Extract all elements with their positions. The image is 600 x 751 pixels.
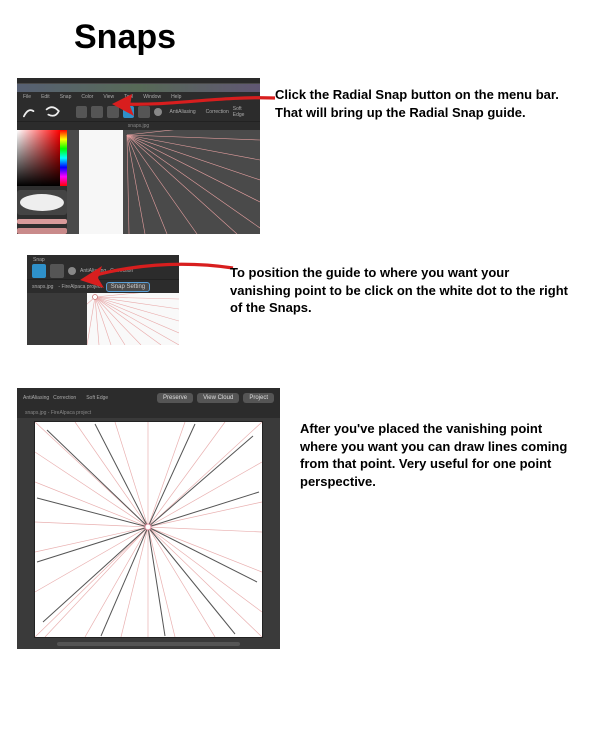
screenshot-1: File Edit Snap Color View Tool Window He… xyxy=(17,78,260,234)
snap-ellipse-button[interactable] xyxy=(50,264,64,278)
caption-3: After you've placed the vanishing point … xyxy=(300,420,580,490)
project-label: - FireAlpaca project xyxy=(58,284,101,290)
brush-preview xyxy=(17,190,67,215)
antialias-checkbox-label[interactable]: AntiAliasing xyxy=(23,395,49,401)
snap-grid-button[interactable] xyxy=(107,106,119,118)
menu-color[interactable]: Color xyxy=(81,94,93,100)
softedge-checkbox-label[interactable]: Soft Edge xyxy=(233,106,254,118)
brush-icon[interactable] xyxy=(23,105,40,119)
page-title: Snaps xyxy=(0,0,600,71)
canvas-area[interactable] xyxy=(35,422,262,637)
snap-parallel-button[interactable] xyxy=(91,106,103,118)
color-picker-hue[interactable] xyxy=(60,130,67,186)
menu-edit[interactable]: Edit xyxy=(41,94,50,100)
pill-preserve[interactable]: Preserve xyxy=(157,393,193,403)
brush-size-slider[interactable] xyxy=(17,219,67,225)
correction-label: Correction xyxy=(206,109,229,115)
snap-radial-button[interactable] xyxy=(123,106,135,118)
snap-setting-button[interactable]: Snap Setting xyxy=(107,283,149,291)
menu-tool[interactable]: Tool xyxy=(124,94,133,100)
document-tab[interactable]: snaps.jpg xyxy=(25,410,46,416)
snap-ellipse-button[interactable] xyxy=(138,106,150,118)
brush-opacity-slider[interactable] xyxy=(17,228,67,234)
snap-handle-dot[interactable] xyxy=(154,108,162,116)
softedge-label[interactable]: Soft Edge xyxy=(86,395,108,401)
tool-bar: AntiAliasing Correction Soft Edge xyxy=(17,102,260,122)
color-picker-satval[interactable] xyxy=(17,130,60,186)
correction-label: Correction xyxy=(110,268,133,274)
screenshot-2: Snap AntiAliasing Correction snaps.jpg -… xyxy=(27,255,179,345)
document-tab[interactable]: snaps.jpg xyxy=(128,123,149,129)
correction-label: Correction xyxy=(53,395,76,401)
antialias-checkbox-label[interactable]: AntiAliasing xyxy=(170,109,196,115)
undo-icon[interactable] xyxy=(44,105,61,119)
menu-bar: File Edit Snap Color View Tool Window He… xyxy=(17,92,260,102)
snap-radial-button[interactable] xyxy=(32,264,46,278)
canvas-area[interactable] xyxy=(87,293,179,345)
menu-view[interactable]: View xyxy=(103,94,114,100)
caption-2: To position the guide to where you want … xyxy=(230,264,570,317)
pill-project[interactable]: Project xyxy=(243,393,274,403)
antialias-checkbox-label[interactable]: AntiAliasing xyxy=(80,268,106,274)
pill-viewcloud[interactable]: View Cloud xyxy=(197,393,239,403)
left-panel xyxy=(17,130,67,234)
snap-heading: Snap xyxy=(33,257,45,263)
menu-file[interactable]: File xyxy=(23,94,31,100)
snap-handle-dot[interactable] xyxy=(68,267,76,275)
horizontal-scrollbar[interactable] xyxy=(57,642,240,646)
project-label: - FireAlpaca project xyxy=(48,410,91,416)
snap-off-button[interactable] xyxy=(76,106,88,118)
menu-snap[interactable]: Snap xyxy=(60,94,72,100)
screenshot-3: AntiAliasing Correction Soft Edge Preser… xyxy=(17,388,280,649)
menu-window[interactable]: Window xyxy=(143,94,161,100)
caption-1: Click the Radial Snap button on the menu… xyxy=(275,86,585,121)
document-tab[interactable]: snaps.jpg xyxy=(32,284,53,290)
menu-help[interactable]: Help xyxy=(171,94,181,100)
canvas-area[interactable] xyxy=(67,130,260,234)
